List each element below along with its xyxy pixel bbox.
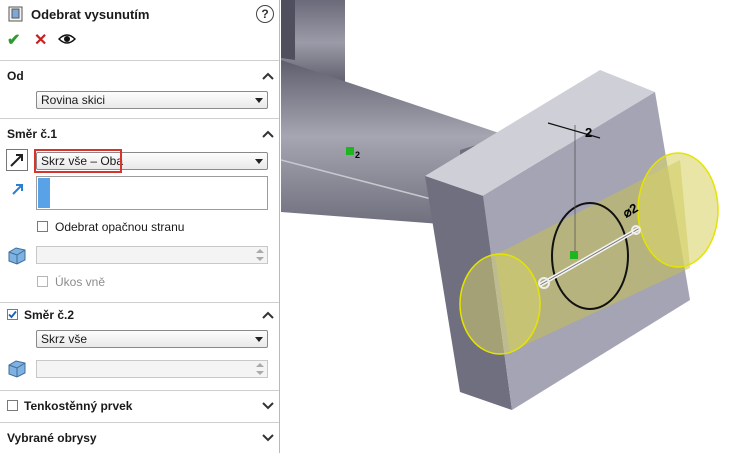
- chevron-down-icon[interactable]: [262, 433, 274, 443]
- section-contours-header[interactable]: Vybrané obrysy: [7, 431, 97, 445]
- direction-arrow-icon: [12, 184, 23, 195]
- draft-icon[interactable]: [6, 357, 28, 379]
- help-icon[interactable]: ?: [256, 5, 274, 23]
- property-manager: Odebrat vysunutím ? ✔ ✕ Od Rovina skici …: [0, 0, 280, 453]
- model-view: 2 ⌀2 2: [281, 0, 719, 410]
- divider: [0, 302, 279, 303]
- preview-eye-icon[interactable]: [58, 33, 76, 45]
- feature-title: Odebrat vysunutím: [31, 7, 150, 22]
- divider: [0, 422, 279, 423]
- draft-outward-checkbox[interactable]: [37, 276, 48, 287]
- cut-extrude-icon: [8, 6, 23, 22]
- section-smer2-header[interactable]: Směr č.2: [24, 308, 74, 322]
- section-smer1-header[interactable]: Směr č.1: [7, 127, 57, 141]
- graphics-viewport[interactable]: 2 ⌀2 2: [281, 0, 750, 453]
- sketch-plane-marker-icon[interactable]: [346, 147, 354, 155]
- od-select-value: Rovina skici: [41, 93, 106, 107]
- cancel-icon[interactable]: ✕: [34, 30, 47, 50]
- highlight-box: [34, 149, 122, 173]
- divider: [0, 118, 279, 119]
- dimension-top-label[interactable]: 2: [585, 125, 592, 140]
- od-select[interactable]: Rovina skici: [36, 91, 268, 109]
- divider: [0, 390, 279, 391]
- marker-label: 2: [355, 150, 360, 160]
- direction-selection-box[interactable]: [36, 176, 268, 210]
- thin-feature-checkbox[interactable]: [7, 400, 18, 411]
- opposite-side-checkbox[interactable]: [37, 221, 48, 232]
- checkmark-icon: [8, 310, 17, 319]
- draft-angle-input[interactable]: [36, 246, 268, 264]
- chevron-up-icon[interactable]: [262, 71, 274, 81]
- draft-outward-label: Úkos vně: [55, 275, 106, 289]
- smer2-select-value: Skrz vše: [41, 332, 88, 346]
- smer2-end-condition-select[interactable]: Skrz vše: [36, 330, 268, 348]
- chevron-up-icon[interactable]: [262, 310, 274, 320]
- divider: [0, 60, 279, 61]
- chevron-down-icon[interactable]: [262, 401, 274, 411]
- chevron-up-icon[interactable]: [262, 129, 274, 139]
- draft-icon[interactable]: [6, 244, 28, 266]
- opposite-side-label: Odebrat opačnou stranu: [55, 220, 185, 234]
- smer2-draft-angle-input[interactable]: [36, 360, 268, 378]
- smer2-checkbox[interactable]: [7, 309, 18, 320]
- origin-marker-icon[interactable]: [570, 251, 578, 259]
- section-thin-header[interactable]: Tenkostěnný prvek: [24, 399, 132, 413]
- reverse-direction-icon[interactable]: [6, 149, 28, 171]
- ok-icon[interactable]: ✔: [7, 30, 20, 50]
- section-od-header[interactable]: Od: [7, 69, 24, 83]
